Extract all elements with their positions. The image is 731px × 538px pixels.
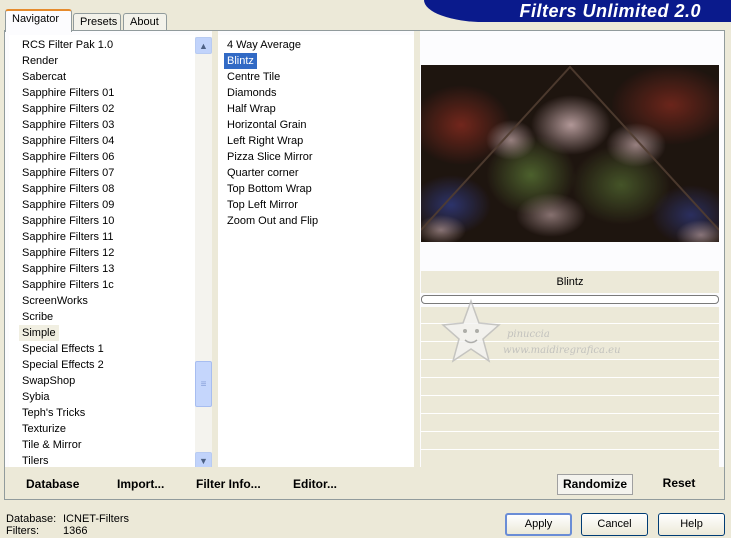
filters-count: 1366: [63, 525, 88, 537]
filter-item[interactable]: Quarter corner: [224, 165, 302, 181]
filter-item[interactable]: Pizza Slice Mirror: [224, 149, 316, 165]
parameter-separator: [421, 395, 719, 396]
parameter-separator: [421, 449, 719, 450]
category-item[interactable]: Sybia: [19, 389, 53, 405]
navigator-panel: RCS Filter Pak 1.0 Render Sabercat Sapphire…: [4, 30, 725, 500]
category-list[interactable]: RCS Filter Pak 1.0 Render Sabercat Sapphire…: [9, 35, 195, 467]
scroll-up-button[interactable]: ▲: [195, 37, 212, 54]
category-item[interactable]: Render: [19, 53, 61, 69]
cancel-button[interactable]: Cancel: [581, 513, 648, 536]
filter-item[interactable]: Centre Tile: [224, 69, 283, 85]
tab-presets-label: Presets: [80, 16, 118, 28]
tab-presets[interactable]: Presets: [73, 13, 121, 31]
filters-info: Filters: 1366: [6, 525, 87, 537]
import-button[interactable]: Import...: [113, 475, 168, 493]
preview-picture: [421, 65, 719, 242]
category-item[interactable]: Special Effects 2: [19, 357, 107, 373]
category-item[interactable]: Simple: [19, 325, 59, 341]
watermark: pinuccia www.maidiregrafica.eu: [441, 297, 671, 367]
scroll-thumb[interactable]: ≡: [195, 361, 212, 407]
category-item[interactable]: Sabercat: [19, 69, 69, 85]
category-scrollbar[interactable]: ▲ ≡ ▼: [195, 37, 212, 469]
filter-info-button[interactable]: Filter Info...: [192, 475, 265, 493]
filter-item[interactable]: Blintz: [224, 53, 257, 69]
filter-item[interactable]: Left Right Wrap: [224, 133, 306, 149]
chevron-up-icon: ▲: [199, 40, 208, 51]
help-button[interactable]: Help: [658, 513, 725, 536]
filter-item[interactable]: Zoom Out and Flip: [224, 213, 321, 229]
randomize-button[interactable]: Randomize: [557, 474, 633, 495]
parameter-separator: [421, 431, 719, 432]
database-button[interactable]: Database: [22, 475, 83, 493]
category-item[interactable]: Scribe: [19, 309, 56, 325]
category-item[interactable]: Sapphire Filters 08: [19, 181, 117, 197]
category-item[interactable]: Sapphire Filters 11: [19, 229, 117, 245]
watermark-name: pinuccia: [507, 329, 550, 340]
database-info: Database: ICNET-Filters: [6, 513, 129, 525]
parameter-separator: [421, 413, 719, 414]
filter-item[interactable]: 4 Way Average: [224, 37, 304, 53]
reset-button[interactable]: Reset: [655, 474, 703, 495]
database-value: ICNET-Filters: [63, 513, 129, 525]
app-banner: Filters Unlimited 2.0: [424, 0, 731, 22]
apply-button[interactable]: Apply: [505, 513, 572, 536]
filter-item[interactable]: Top Left Mirror: [224, 197, 301, 213]
category-item[interactable]: Sapphire Filters 02: [19, 101, 117, 117]
category-item[interactable]: RCS Filter Pak 1.0: [19, 37, 116, 53]
filter-item[interactable]: Diamonds: [224, 85, 280, 101]
filter-preview-image: [421, 65, 719, 242]
category-item[interactable]: Texturize: [19, 421, 69, 437]
filter-item[interactable]: Half Wrap: [224, 101, 279, 117]
filter-item[interactable]: Top Bottom Wrap: [224, 181, 315, 197]
category-item[interactable]: Sapphire Filters 13: [19, 261, 117, 277]
category-item[interactable]: Sapphire Filters 09: [19, 197, 117, 213]
tab-about[interactable]: About: [123, 13, 167, 31]
filter-item[interactable]: Horizontal Grain: [224, 117, 309, 133]
category-item[interactable]: Sapphire Filters 06: [19, 149, 117, 165]
category-item[interactable]: SwapShop: [19, 373, 78, 389]
category-item[interactable]: Tile & Mirror: [19, 437, 84, 453]
watermark-url: www.maidiregrafica.eu: [503, 345, 621, 356]
filters-label: Filters:: [6, 525, 39, 537]
category-item[interactable]: Special Effects 1: [19, 341, 107, 357]
selected-filter-label: Blintz: [421, 271, 719, 293]
category-item[interactable]: Sapphire Filters 1c: [19, 277, 117, 293]
category-item[interactable]: ScreenWorks: [19, 293, 91, 309]
chevron-down-icon: ▼: [199, 455, 208, 466]
database-label: Database:: [6, 513, 57, 525]
tab-navigator-label: Navigator: [12, 13, 60, 25]
category-item[interactable]: Sapphire Filters 07: [19, 165, 117, 181]
category-item[interactable]: Sapphire Filters 04: [19, 133, 117, 149]
category-item[interactable]: Sapphire Filters 10: [19, 213, 117, 229]
category-item[interactable]: Sapphire Filters 12: [19, 245, 117, 261]
tab-about-label: About: [130, 16, 159, 28]
category-item[interactable]: Sapphire Filters 03: [19, 117, 117, 133]
filter-list[interactable]: 4 Way Average Blintz Centre Tile Diamonds Ha…: [218, 35, 414, 467]
editor-button[interactable]: Editor...: [289, 475, 341, 493]
panel-divider-right: [414, 31, 420, 467]
parameter-separator: [421, 377, 719, 378]
grip-icon: ≡: [200, 378, 207, 390]
category-item[interactable]: Teph's Tricks: [19, 405, 88, 421]
tab-navigator[interactable]: Navigator: [5, 9, 72, 32]
app-title: Filters Unlimited 2.0: [519, 1, 701, 21]
star-icon: [441, 298, 501, 363]
category-item[interactable]: Sapphire Filters 01: [19, 85, 117, 101]
